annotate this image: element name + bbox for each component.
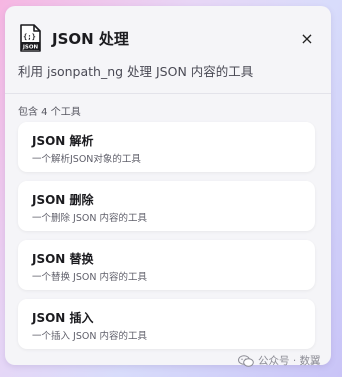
close-icon[interactable]: × — [300, 29, 313, 48]
json-icon-braces: {;} — [23, 33, 36, 41]
json-icon-caption: JSON — [22, 45, 39, 51]
tool-description: 一个解析JSON对象的工具 — [32, 154, 141, 165]
tool-description: 一个插入 JSON 内容的工具 — [32, 331, 147, 342]
header-divider — [5, 93, 331, 94]
tool-name: JSON 解析 — [32, 134, 94, 148]
tool-card-json-parse[interactable]: JSON 解析 一个解析JSON对象的工具 — [18, 122, 315, 172]
json-file-icon: {;} JSON — [20, 24, 41, 52]
window-frame: {;} JSON JSON 处理 × 利用 jsonpath_ng 处理 JSO… — [0, 0, 342, 377]
tool-card-json-insert[interactable]: JSON 插入 一个插入 JSON 内容的工具 — [18, 299, 315, 349]
close-button[interactable]: × — [297, 28, 317, 48]
page-subtitle: 利用 jsonpath_ng 处理 JSON 内容的工具 — [18, 64, 254, 79]
tool-card-json-replace[interactable]: JSON 替换 一个替换 JSON 内容的工具 — [18, 240, 315, 290]
tool-description: 一个删除 JSON 内容的工具 — [32, 213, 147, 224]
plugin-panel: {;} JSON JSON 处理 × 利用 jsonpath_ng 处理 JSO… — [5, 6, 331, 365]
tool-name: JSON 替换 — [32, 252, 94, 266]
page-title: JSON 处理 — [52, 30, 129, 48]
watermark-text: 公众号 · 数翼 — [258, 355, 321, 367]
tool-name: JSON 删除 — [32, 193, 94, 207]
wechat-icon — [238, 354, 254, 367]
watermark: 公众号 · 数翼 — [238, 353, 321, 368]
panel-header: {;} JSON JSON 处理 × 利用 jsonpath_ng 处理 JSO… — [5, 6, 331, 94]
tool-description: 一个替换 JSON 内容的工具 — [32, 272, 147, 283]
tool-count-label: 包含 4 个工具 — [18, 107, 81, 118]
tool-card-json-delete[interactable]: JSON 删除 一个删除 JSON 内容的工具 — [18, 181, 315, 231]
tool-name: JSON 插入 — [32, 311, 94, 325]
